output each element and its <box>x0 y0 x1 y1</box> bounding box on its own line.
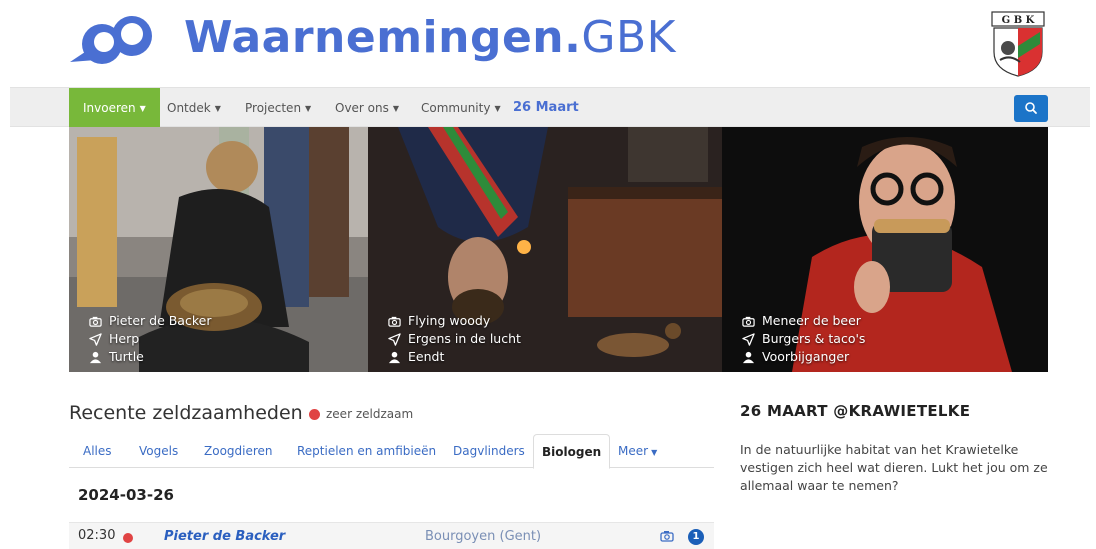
panel-observer: Pieter de Backer <box>109 313 212 328</box>
panel-caption: Flying woody Ergens in de lucht Eendt <box>388 312 521 366</box>
photo-panel-turtle[interactable]: Pieter de Backer Herp Turtle <box>69 127 368 372</box>
chevron-down-icon: ▼ <box>139 103 146 113</box>
user-icon <box>89 351 102 363</box>
nav-ontdek-label: Ontdek <box>167 101 211 115</box>
nav-over-ons[interactable]: Over ons ▼ <box>335 88 399 128</box>
observation-time: 02:30 <box>78 528 116 543</box>
rarities-title: Recente zeldzaamheden <box>69 402 303 424</box>
site-title-suffix: GBK <box>581 12 676 63</box>
panel-species: Eendt <box>408 349 445 364</box>
nav-projecten-label: Projecten <box>245 101 302 115</box>
user-icon <box>388 351 401 363</box>
nav-community-label: Community <box>421 101 491 115</box>
observation-species-link[interactable]: Pieter de Backer <box>164 529 285 544</box>
search-icon <box>1025 102 1037 114</box>
crest-letters: G B K <box>1002 15 1035 26</box>
sidebar-title: 26 MAART @KRAWIETELKE <box>740 402 971 420</box>
tab-biologen[interactable]: Biologen <box>533 434 611 469</box>
panel-caption: Pieter de Backer Herp Turtle <box>89 312 211 366</box>
location-arrow-icon <box>388 332 401 346</box>
chevron-down-icon: ▼ <box>305 103 312 113</box>
camera-icon[interactable] <box>660 529 674 543</box>
tab-dagvlinders[interactable]: Dagvlinders <box>453 434 525 468</box>
rarity-dot-icon <box>123 533 133 543</box>
chevron-down-icon: ▼ <box>494 103 501 113</box>
sidebar-text: In de natuurlijke habitat van het Krawie… <box>740 442 1048 493</box>
tab-vogels[interactable]: Vogels <box>139 434 178 468</box>
nav-26-maart[interactable]: 26 Maart <box>513 88 579 128</box>
rarity-dot-icon <box>309 409 320 420</box>
chevron-down-icon: ▼ <box>214 103 221 113</box>
tab-meer[interactable]: Meer ▼ <box>618 434 657 468</box>
site-header: Waarnemingen.GBK G B K <box>0 0 1096 86</box>
binoculars-icon[interactable] <box>66 12 162 68</box>
site-title-main: Waarnemingen. <box>184 12 582 63</box>
panel-location: Herp <box>109 331 140 346</box>
panel-caption: Meneer de beer Burgers & taco's Voorbijg… <box>742 312 865 366</box>
table-row[interactable]: 02:30 Pieter de Backer Bourgoyen (Gent) … <box>69 522 714 549</box>
camera-icon <box>388 316 401 327</box>
panel-observer: Flying woody <box>408 313 491 328</box>
panel-species: Turtle <box>109 349 144 364</box>
chevron-down-icon: ▼ <box>651 448 658 457</box>
tab-reptielen[interactable]: Reptielen en amfibieën <box>297 434 436 468</box>
panel-location: Ergens in de lucht <box>408 331 521 346</box>
tab-meer-label: Meer <box>618 444 649 458</box>
camera-icon <box>89 316 102 327</box>
panel-location: Burgers & taco's <box>762 331 866 346</box>
rarity-legend-label: zeer zeldzaam <box>326 407 414 421</box>
photo-panel-eendt[interactable]: Flying woody Ergens in de lucht Eendt <box>368 127 722 372</box>
nav-invoeren[interactable]: Invoeren ▼ <box>69 88 160 128</box>
observation-date: 2024-03-26 <box>78 486 174 504</box>
gbk-crest-logo: G B K <box>991 11 1045 77</box>
nav-projecten[interactable]: Projecten ▼ <box>245 88 311 128</box>
location-arrow-icon <box>89 332 102 346</box>
chevron-down-icon: ▼ <box>392 103 400 113</box>
photo-panel-voorbijganger[interactable]: Meneer de beer Burgers & taco's Voorbijg… <box>722 127 1048 372</box>
nav-over-ons-label: Over ons <box>335 101 389 115</box>
observation-count-badge: 1 <box>688 529 704 545</box>
tab-zoogdieren[interactable]: Zoogdieren <box>204 434 273 468</box>
rarities-tabs: Alles Vogels Zoogdieren Reptielen en amf… <box>69 434 714 469</box>
tab-alles[interactable]: Alles <box>83 434 112 468</box>
panel-observer: Meneer de beer <box>762 313 861 328</box>
nav-invoeren-label: Invoeren <box>83 101 136 115</box>
location-arrow-icon <box>742 332 755 346</box>
search-button[interactable] <box>1014 95 1048 122</box>
main-navbar: Invoeren ▼ Ontdek ▼ Projecten ▼ Over ons ▼ C… <box>10 87 1090 128</box>
camera-icon <box>742 316 755 327</box>
panel-species: Voorbijganger <box>762 349 850 364</box>
site-title[interactable]: Waarnemingen.GBK <box>184 8 676 68</box>
nav-ontdek[interactable]: Ontdek ▼ <box>167 88 221 128</box>
user-icon <box>742 351 755 363</box>
nav-community[interactable]: Community ▼ <box>421 88 501 128</box>
observation-location[interactable]: Bourgoyen (Gent) <box>425 529 541 544</box>
